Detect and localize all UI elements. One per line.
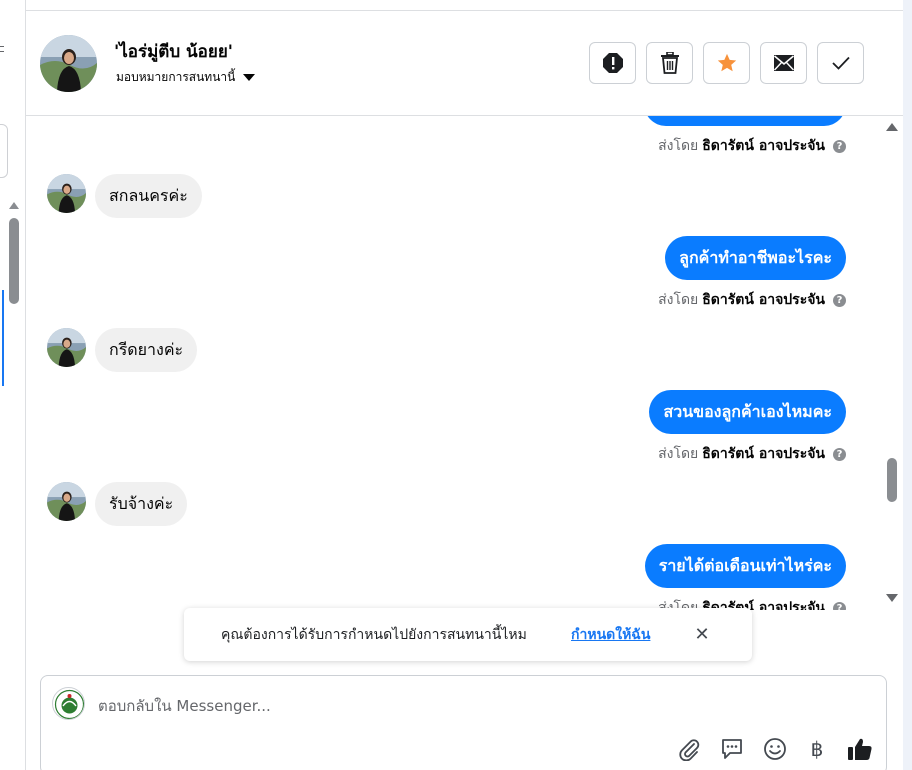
like-icon[interactable] xyxy=(847,736,873,762)
baht-icon[interactable]: ฿ xyxy=(804,736,830,762)
star-button[interactable] xyxy=(703,42,750,84)
scroll-up-icon[interactable] xyxy=(9,202,19,209)
contact-avatar-small[interactable] xyxy=(47,482,86,521)
sent-by-label: ส่งโดย ธิดารัตน์ อาจประจัน ? xyxy=(658,135,846,157)
assign-label: มอบหมายการสนทนานี้ xyxy=(116,70,236,84)
message-thread-scrollbar[interactable] xyxy=(887,458,897,502)
page-logo xyxy=(52,687,85,720)
message-bubble-incoming[interactable]: รับจ้างค่ะ xyxy=(95,482,188,526)
trash-icon xyxy=(660,52,679,74)
saved-reply-icon[interactable] xyxy=(719,736,745,762)
sent-by-label: ส่งโดย ธิดารัตน์ อาจประจัน ? xyxy=(658,289,846,311)
delete-button[interactable] xyxy=(646,42,693,84)
conversation-header: 'ไอร่มู่ตีบ น้อยย' มอบหมายการสนทนานี้ xyxy=(26,11,903,116)
sent-by-prefix: ส่งโดย xyxy=(658,138,699,154)
contact-name[interactable]: 'ไอร่มู่ตีบ น้อยย' xyxy=(114,38,233,65)
mark-unread-button[interactable] xyxy=(760,42,807,84)
sent-by-name: ธิดารัตน์ อาจประจัน xyxy=(702,138,825,154)
message-bubble-outgoing[interactable]: สวนของลูกค้าเองไหมคะ xyxy=(649,390,846,434)
scroll-down-arrow-icon[interactable] xyxy=(886,594,898,602)
contact-avatar-small[interactable] xyxy=(47,174,86,213)
messenger-inbox: 'ไอร่มู่ตีบ น้อยย' มอบหมายการสนทนานี้ ส่… xyxy=(0,0,912,770)
message-bubble-outgoing-partial[interactable] xyxy=(644,116,846,126)
sent-by-name: ธิดารัตน์ อาจประจัน xyxy=(702,446,825,462)
message-bubble-incoming[interactable]: สกลนครค่ะ xyxy=(95,174,202,218)
search-box-edge[interactable] xyxy=(0,124,8,178)
sent-by-prefix: ส่งโดย xyxy=(658,446,699,462)
contact-avatar[interactable] xyxy=(40,35,97,92)
message-thread: ส่งโดย ธิดารัตน์ อาจประจัน ? สกลนครค่ะ ล… xyxy=(26,116,903,610)
star-icon xyxy=(717,53,736,72)
conversation-list-edge xyxy=(0,0,26,770)
sent-by-name: ธิดารัตน์ อาจประจัน xyxy=(702,292,825,308)
help-icon[interactable]: ? xyxy=(833,293,846,307)
check-icon xyxy=(831,56,850,70)
assign-conversation-dropdown[interactable]: มอบหมายการสนทนานี้ xyxy=(116,68,256,87)
conversation-list-scrollbar[interactable] xyxy=(9,218,19,304)
mark-done-button[interactable] xyxy=(817,42,864,84)
menu-icon[interactable] xyxy=(0,46,4,52)
message-bubble-outgoing[interactable]: ลูกค้าทำอาชีพอะไรคะ xyxy=(665,236,846,280)
paperclip-icon[interactable] xyxy=(676,736,702,762)
assign-to-me-link[interactable]: กำหนดให้ฉัน xyxy=(571,624,650,646)
emoji-icon[interactable] xyxy=(762,736,788,762)
assign-prompt-text: คุณต้องการได้รับการกำหนดไปยังการสนทนานี้… xyxy=(221,627,527,643)
sent-by-prefix: ส่งโดย xyxy=(658,292,699,308)
assign-prompt-toast: คุณต้องการได้รับการกำหนดไปยังการสนทนานี้… xyxy=(184,608,752,661)
help-icon[interactable]: ? xyxy=(833,601,846,610)
caret-down-icon xyxy=(243,74,256,81)
help-icon[interactable]: ? xyxy=(833,447,846,461)
reply-input[interactable] xyxy=(98,694,858,718)
reply-composer: ฿ xyxy=(40,675,887,770)
sent-by-label: ส่งโดย ธิดารัตน์ อาจประจัน ? xyxy=(658,443,846,465)
message-bubble-incoming[interactable]: กรีดยางค่ะ xyxy=(95,328,198,372)
envelope-icon xyxy=(773,55,794,71)
spam-button[interactable] xyxy=(589,42,636,84)
selected-conversation-indicator xyxy=(2,290,4,386)
alert-octagon-icon xyxy=(602,53,623,73)
help-icon[interactable]: ? xyxy=(833,139,846,153)
scroll-up-arrow-icon[interactable] xyxy=(886,123,898,131)
right-panel-edge xyxy=(903,0,912,770)
contact-avatar-small[interactable] xyxy=(47,328,86,367)
message-bubble-outgoing[interactable]: รายได้ต่อเดือนเท่าไหร่คะ xyxy=(644,544,846,588)
close-icon[interactable]: ✕ xyxy=(692,624,712,645)
